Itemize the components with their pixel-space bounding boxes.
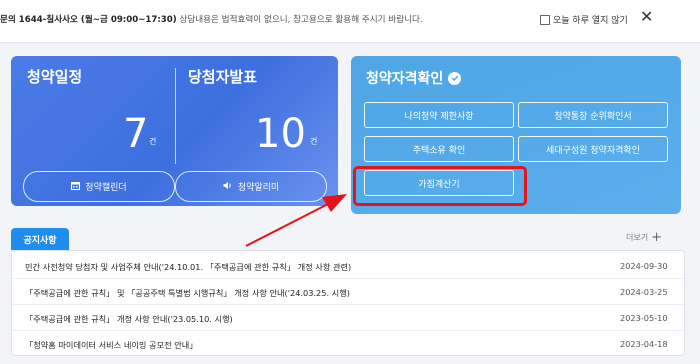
notice-date: 2023-04-18 <box>620 339 668 349</box>
notice-title[interactable]: 「청약홈 마이데이터 서비스 네이밍 공모전 안내」 <box>25 339 198 351</box>
notice-row[interactable]: 「주택공급에 관한 규칙」 개정 사항 안내('23.05.10. 시행) 20… <box>12 305 684 331</box>
notice-title[interactable]: 「주택공급에 관한 규칙」 및 「공공주택 특별법 시행규칙」 개정 사항 안내… <box>25 287 350 299</box>
notice-date: 2024-03-25 <box>620 287 668 297</box>
notice-date: 2023-05-10 <box>620 313 668 323</box>
more-label: 더보기 <box>626 233 649 242</box>
plus-icon: + <box>651 230 662 245</box>
more-link[interactable]: 더보기 + <box>626 230 662 245</box>
notice-row[interactable]: 「주택공급에 관한 규칙」 및 「공공주택 특별법 시행규칙」 개정 사항 안내… <box>12 279 684 305</box>
notice-date: 2024-09-30 <box>620 261 668 271</box>
notice-tab[interactable]: 공지사항 <box>11 228 69 250</box>
notice-title[interactable]: 「주택공급에 관한 규칙」 개정 사항 안내('23.05.10. 시행) <box>25 313 233 325</box>
notice-title[interactable]: 민간 사전청약 당첨자 및 사업주체 안내('24.10.01. 「주택공급에 … <box>25 261 351 273</box>
notice-list: 민간 사전청약 당첨자 및 사업주체 안내('24.10.01. 「주택공급에 … <box>11 250 685 356</box>
notice-row[interactable]: 「청약홈 마이데이터 서비스 네이밍 공모전 안내」 2023-04-18 <box>12 331 684 357</box>
notice-row[interactable]: 민간 사전청약 당첨자 및 사업주체 안내('24.10.01. 「주택공급에 … <box>12 253 684 279</box>
